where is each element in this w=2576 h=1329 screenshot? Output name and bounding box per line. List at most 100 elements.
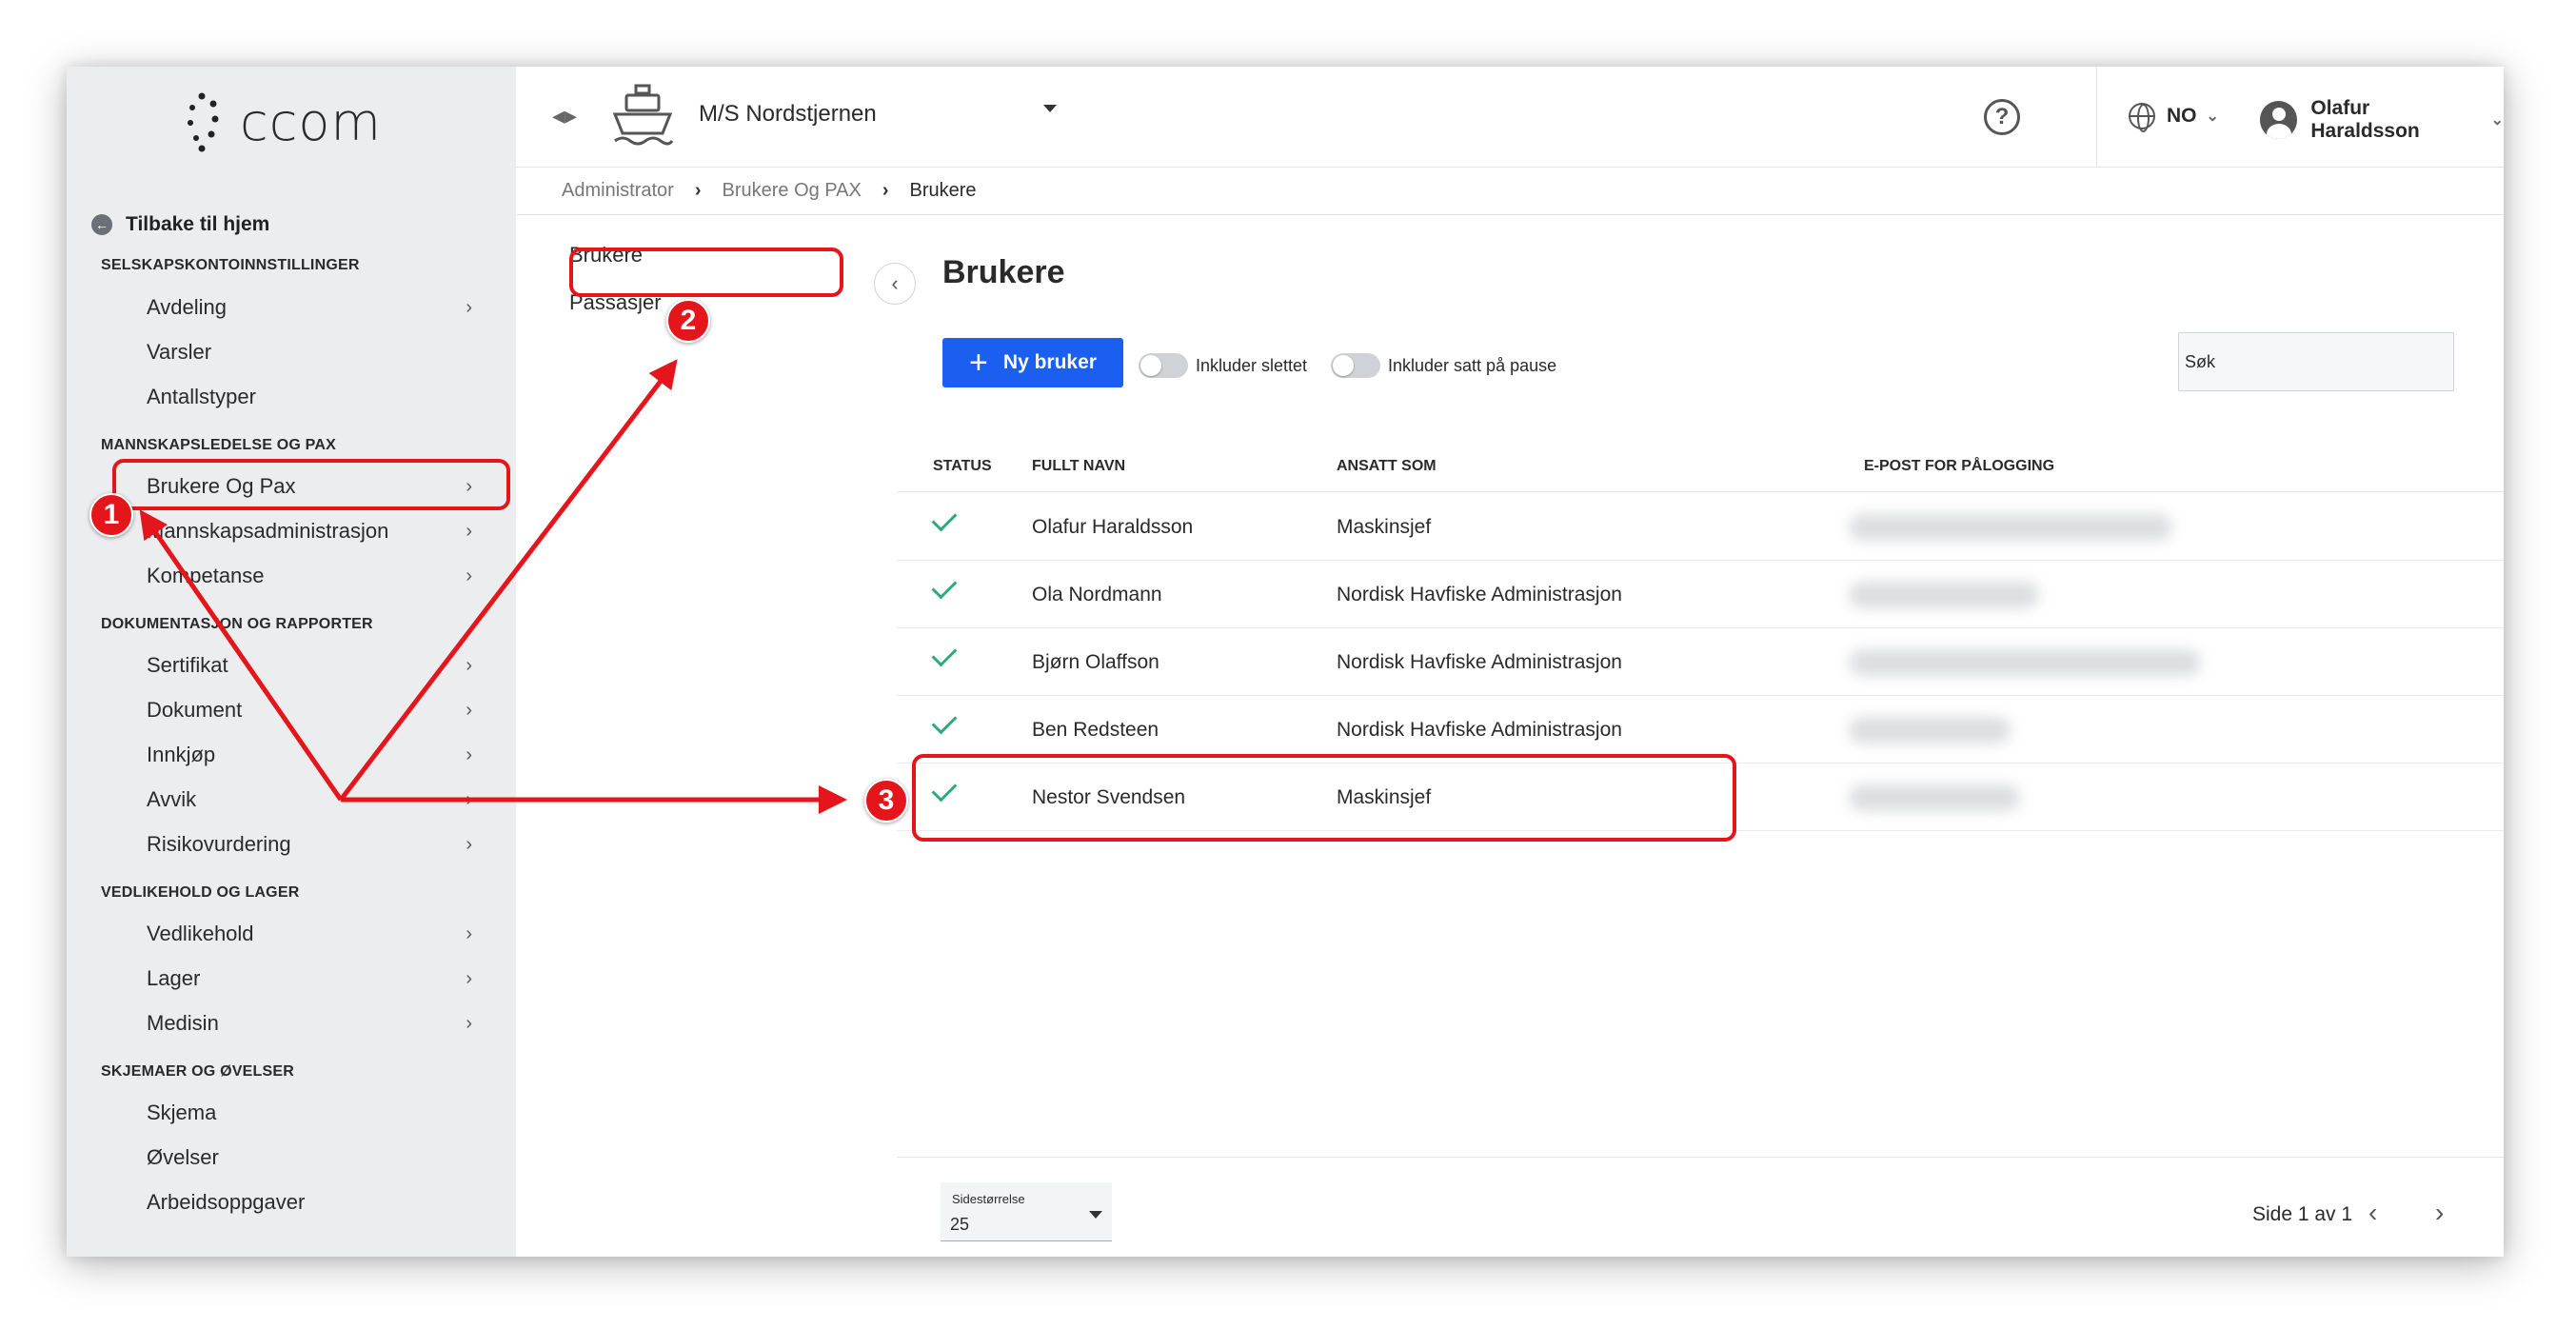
breadcrumb-item-brukere-og-pax[interactable]: Brukere Og PAX [722,180,861,202]
sidebar-item-vedlikehold[interactable]: Vedlikehold › [147,915,480,953]
user-name: Olafur Haraldsson [2310,97,2420,142]
table-row[interactable]: Olafur Haraldsson Maskinsjef [897,493,2504,561]
cell-name: Ola Nordmann [1032,584,1162,605]
arrow-left-icon: ← [91,214,112,235]
sidebar-item-antallstyper[interactable]: Antallstyper [147,378,480,416]
vessel-name[interactable]: M/S Nordstjernen [699,101,877,128]
column-header-status[interactable]: STATUS [933,458,992,475]
back-home-link[interactable]: ← Tilbake til hjem [91,213,269,236]
sidebar-item-lager[interactable]: Lager › [147,960,480,998]
main-content: Brukere + Ny bruker Inkluder slettet Ink… [897,216,2504,1257]
section-title-maintenance: VEDLIKEHOLD OG LAGER [101,884,300,901]
chevron-right-icon: › [466,565,472,586]
blurred-email [1849,717,2011,744]
annotation-box-2 [569,248,843,297]
annotation-badge-3: 3 [864,779,908,823]
sidebar-item-varsler[interactable]: Varsler [147,333,480,371]
sidebar-item-label: Avdeling [147,295,227,319]
sidebar-item-label: Vedlikehold [147,922,254,945]
language-selector[interactable]: NO ⌄ [2129,103,2219,132]
cell-role: Maskinsjef [1337,516,1432,538]
cell-role: Nordisk Havfiske Administrasjon [1337,584,1622,605]
chevron-left-icon: ‹ [891,271,899,295]
sidebar-item-mannskapsadministrasjon[interactable]: Mannskapsadministrasjon › [147,512,480,550]
column-header-role[interactable]: ANSATT SOM [1337,458,1437,475]
user-menu[interactable]: Olafur Haraldsson ⌄ [2260,97,2504,143]
check-icon [931,573,958,600]
breadcrumb-item-administrator[interactable]: Administrator [562,180,674,202]
breadcrumb-separator-icon: › [694,180,702,201]
check-icon [931,506,958,532]
chevron-right-icon: › [466,744,472,765]
page-size-select[interactable]: Sidestørrelse 25 [941,1182,1112,1241]
sidebar-toggle-icon[interactable]: ◂▸ [552,101,577,130]
globe-icon [2129,103,2155,132]
sidebar-item-dokument[interactable]: Dokument › [147,691,480,729]
new-user-button[interactable]: + Ny bruker [942,338,1123,387]
sidebar-item-label: Varsler [147,340,212,364]
blurred-email [1849,582,2039,608]
annotation-box-1 [112,459,510,510]
collapse-submenu-button[interactable]: ‹ [874,263,916,305]
chevron-right-icon: › [466,922,472,944]
sidebar-item-medisin[interactable]: Medisin › [147,1004,480,1042]
sidebar-item-sertifikat[interactable]: Sertifikat › [147,646,480,684]
chevron-down-icon: ⌄ [2206,109,2219,125]
sidebar-item-label: Mannskapsadministrasjon [147,519,389,543]
page-title: Brukere [942,254,1065,290]
logo[interactable]: ccom [181,84,382,160]
sidebar-item-label: Innkjøp [147,743,216,766]
language-label: NO [2167,105,2197,127]
breadcrumb-item-current: Brukere [909,180,977,201]
logo-text: ccom [240,91,383,152]
chevron-down-icon: ⌄ [2490,112,2504,129]
help-icon[interactable]: ? [1984,99,2020,135]
avatar-icon [2260,101,2298,139]
table-row[interactable]: Ola Nordmann Nordisk Havfiske Administra… [897,561,2504,628]
chevron-right-icon: › [466,833,472,855]
chevron-right-icon: › [466,520,472,542]
sidebar-item-avdeling[interactable]: Avdeling › [147,288,480,327]
sidebar: ccom ← Tilbake til hjem SELSKAPSKONTOINN… [67,67,516,1257]
topbar-divider [2096,67,2097,168]
chevron-right-icon: › [466,654,472,676]
toggle-switch[interactable] [1331,353,1380,378]
chevron-right-icon[interactable]: › [2435,1198,2444,1228]
vessel-dropdown-icon[interactable] [1043,105,1057,112]
breadcrumb-separator-icon: › [882,180,889,201]
chevron-left-icon[interactable]: ‹ [2368,1198,2377,1228]
table-row[interactable]: Bjørn Olaffson Nordisk Havfiske Administ… [897,628,2504,696]
sidebar-item-ovelser[interactable]: Øvelser [147,1139,480,1177]
sidebar-item-risikovurdering[interactable]: Risikovurdering › [147,825,480,863]
chevron-right-icon: › [466,788,472,810]
toggle-label: Inkluder slettet [1196,355,1308,375]
chevron-right-icon: › [466,1012,472,1034]
column-header-name[interactable]: FULLT NAVN [1032,458,1125,475]
column-header-email[interactable]: E-POST FOR PÅLOGGING [1864,458,2054,475]
breadcrumb: Administrator › Brukere Og PAX › Brukere [516,168,2504,215]
sidebar-item-label: Avvik [147,787,197,811]
sidebar-item-arbeidsoppgaver[interactable]: Arbeidsoppgaver [147,1183,480,1221]
include-deleted-toggle[interactable]: Inkluder slettet [1139,353,1307,378]
caret-down-icon [1089,1211,1102,1219]
toggle-switch[interactable] [1139,353,1188,378]
sidebar-item-skjema[interactable]: Skjema [147,1094,480,1132]
cell-role: Nordisk Havfiske Administrasjon [1337,651,1622,673]
sidebar-item-kompetanse[interactable]: Kompetanse › [147,557,480,595]
search-input[interactable] [2178,332,2454,391]
plus-icon: + [969,345,988,381]
sidebar-item-label: Arbeidsoppgaver [147,1190,306,1214]
sidebar-item-avvik[interactable]: Avvik › [147,781,480,819]
annotation-badge-1: 1 [89,493,133,537]
annotation-box-3 [912,754,1736,842]
chevron-right-icon: › [466,967,472,989]
sidebar-item-label: Skjema [147,1101,217,1124]
blurred-email [1849,514,2172,541]
include-paused-toggle[interactable]: Inkluder satt på pause [1331,353,1556,378]
page-info: Side 1 av 1 [2252,1203,2353,1225]
blurred-email [1849,649,2201,676]
cell-name: Ben Redsteen [1032,719,1159,741]
cell-name: Bjørn Olaffson [1032,651,1159,673]
sidebar-item-innkjop[interactable]: Innkjøp › [147,736,480,774]
section-title-docs: DOKUMENTASJON OG RAPPORTER [101,616,373,632]
